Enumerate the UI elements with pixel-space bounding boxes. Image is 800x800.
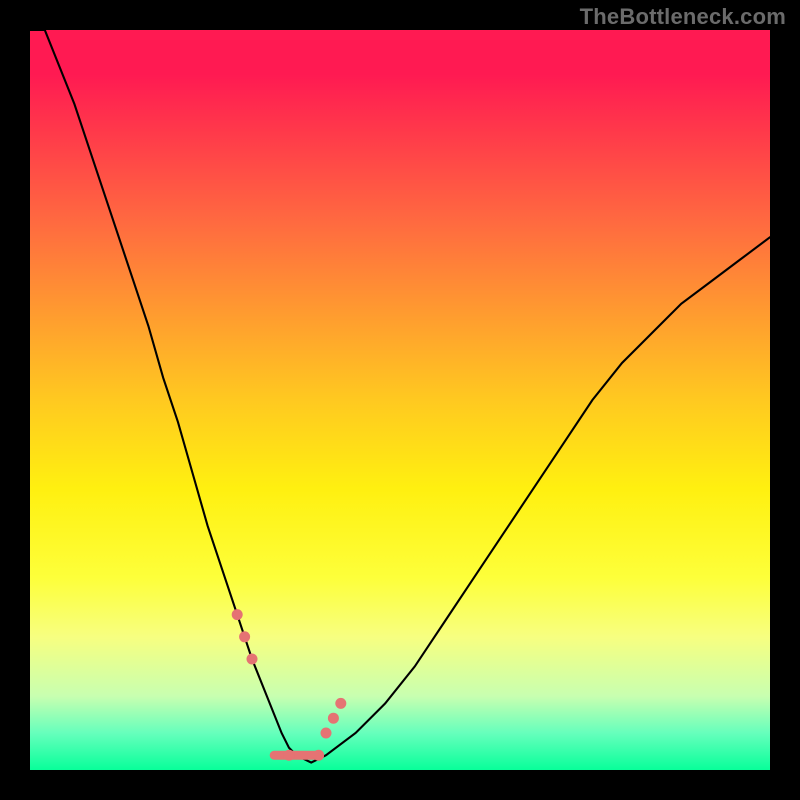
curve-marker	[335, 698, 346, 709]
curve-marker	[284, 750, 295, 761]
curve-marker	[232, 609, 243, 620]
curve-svg	[30, 30, 770, 770]
curve-marker	[247, 654, 258, 665]
marker-group	[232, 609, 347, 761]
curve-marker	[313, 750, 324, 761]
curve-marker	[321, 728, 332, 739]
plot-area	[30, 30, 770, 770]
watermark-text: TheBottleneck.com	[580, 4, 786, 30]
curve-marker	[239, 631, 250, 642]
chart-stage: TheBottleneck.com	[0, 0, 800, 800]
curve-marker	[328, 713, 339, 724]
bottleneck-curve-line	[30, 30, 770, 763]
